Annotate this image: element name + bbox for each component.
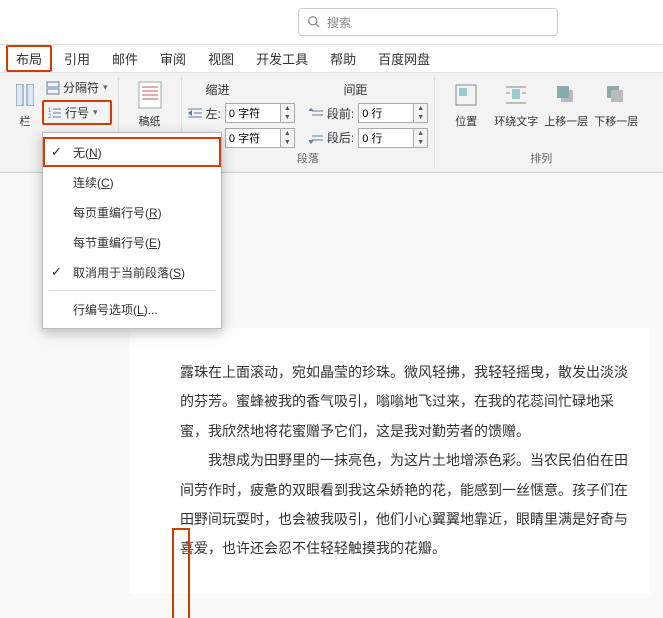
tab-review[interactable]: 审阅 [150,45,196,72]
document-page[interactable]: 露珠在上面滚动，宛如晶莹的珍珠。微风轻拂，我轻轻摇曳，散发出淡淡的芬芳。蜜蜂被我… [130,328,650,594]
dropdown-item-n[interactable]: ✓ 无(N) [43,137,221,167]
draft-paper-button[interactable]: 稿纸 [125,77,175,133]
backward-label: 下移一层 [594,113,638,129]
wrap-text-button[interactable]: 环绕文字 [491,77,541,133]
send-backward-icon [602,81,630,109]
spacing-before-spinner[interactable]: ▲▼ [358,103,428,123]
dropdown-item-label: 每页重编行号(R) [73,204,162,221]
spacing-before-input[interactable] [358,103,414,123]
tab-mailings[interactable]: 邮件 [102,45,148,72]
spacing-before-icon [309,107,323,119]
spinner-buttons[interactable]: ▲▼ [414,128,428,148]
check-icon: ✓ [51,264,62,280]
breaks-icon [46,81,60,95]
tab-layout[interactable]: 布局 [6,45,52,72]
search-box[interactable]: 搜索 [298,8,558,36]
draft-label: 稿纸 [139,113,161,129]
bring-forward-icon [552,81,580,109]
line-numbers-icon: 12 [48,106,62,120]
dropdown-item-c[interactable]: 连续(C) [43,167,221,197]
spinner-buttons[interactable]: ▲▼ [281,128,295,148]
dropdown-item-label: 无(N) [73,144,102,161]
menu-bar: 布局 引用 邮件 审阅 视图 开发工具 帮助 百度网盘 [0,45,663,73]
dropdown-item-label: 取消用于当前段落(S) [73,264,185,281]
breaks-label: 分隔符 [63,79,99,96]
chevron-down-icon: ▾ [93,107,98,118]
dropdown-separator [49,290,215,291]
paragraph-1: 露珠在上面滚动，宛如晶莹的珍珠。微风轻拂，我轻轻摇曳，散发出淡淡的芬芳。蜜蜂被我… [180,358,630,446]
dropdown-item-l[interactable]: 行编号选项(L)... [43,294,221,324]
spacing-header: 间距 [326,81,386,98]
bring-forward-button[interactable]: 上移一层 [541,77,591,133]
search-icon [307,15,321,29]
columns-label: 栏 [20,113,31,129]
tab-help[interactable]: 帮助 [320,45,366,72]
spinner-buttons[interactable]: ▲▼ [414,103,428,123]
paragraph-2: 我想成为田野里的一抹亮色，为这片土地增添色彩。当农民伯伯在田间劳作时，疲惫的双眼… [180,446,630,564]
line-numbers-dropdown: ✓ 无(N) 连续(C) 每页重编行号(R) 每节重编行号(E) ✓ 取消用于当前段落(S)… [42,132,222,329]
dropdown-item-r[interactable]: 每页重编行号(R) [43,197,221,227]
ribbon-group-arrange: 位置 环绕文字 上移一层 下移一层 排列 [435,77,647,168]
breaks-button[interactable]: 分隔符 ▾ [42,77,112,98]
tab-references[interactable]: 引用 [54,45,100,72]
tab-baidu[interactable]: 百度网盘 [368,45,440,72]
indent-left-spinner[interactable]: ▲▼ [225,103,295,123]
draft-paper-icon [136,81,164,109]
columns-button[interactable]: 栏 [12,77,38,133]
arrange-group-label: 排列 [441,150,641,168]
spinner-buttons[interactable]: ▲▼ [281,103,295,123]
title-bar: 搜索 [0,0,663,45]
paragraph-group-label: 段落 [188,150,429,168]
spacing-after-icon [309,132,323,144]
dropdown-item-s[interactable]: ✓ 取消用于当前段落(S) [43,257,221,287]
svg-text:2: 2 [48,114,52,120]
chevron-down-icon: ▾ [103,82,108,93]
dropdown-item-label: 每节重编行号(E) [73,234,161,251]
dropdown-item-label: 行编号选项(L)... [73,301,158,318]
spacing-before-label: 段前: [327,105,354,122]
dropdown-item-e[interactable]: 每节重编行号(E) [43,227,221,257]
dropdown-item-label: 连续(C) [73,174,114,191]
position-icon [452,81,480,109]
line-numbers-button[interactable]: 12 行号 ▾ [42,100,112,125]
spacing-after-input[interactable] [358,128,414,148]
tab-developer[interactable]: 开发工具 [246,45,318,72]
wrap-text-icon [502,81,530,109]
columns-icon [11,81,39,109]
position-label: 位置 [455,113,477,129]
indent-right-input[interactable] [225,128,281,148]
indent-left-input[interactable] [225,103,281,123]
indent-right-spinner[interactable]: ▲▼ [225,128,295,148]
indent-left-label: 左: [206,105,221,122]
position-button[interactable]: 位置 [441,77,491,133]
highlight-box [172,528,190,618]
wrap-label: 环绕文字 [494,113,538,129]
check-icon: ✓ [51,144,62,160]
tab-view[interactable]: 视图 [198,45,244,72]
indent-header: 缩进 [188,81,248,98]
spacing-after-label: 段后: [327,129,354,146]
document-text: 露珠在上面滚动，宛如晶莹的珍珠。微风轻拂，我轻轻摇曳，散发出淡淡的芬芳。蜜蜂被我… [180,358,630,564]
line-numbers-label: 行号 [65,104,89,121]
spacing-after-spinner[interactable]: ▲▼ [358,128,428,148]
indent-left-icon [188,107,202,119]
search-placeholder: 搜索 [327,14,351,31]
forward-label: 上移一层 [544,113,588,129]
send-backward-button[interactable]: 下移一层 [591,77,641,133]
